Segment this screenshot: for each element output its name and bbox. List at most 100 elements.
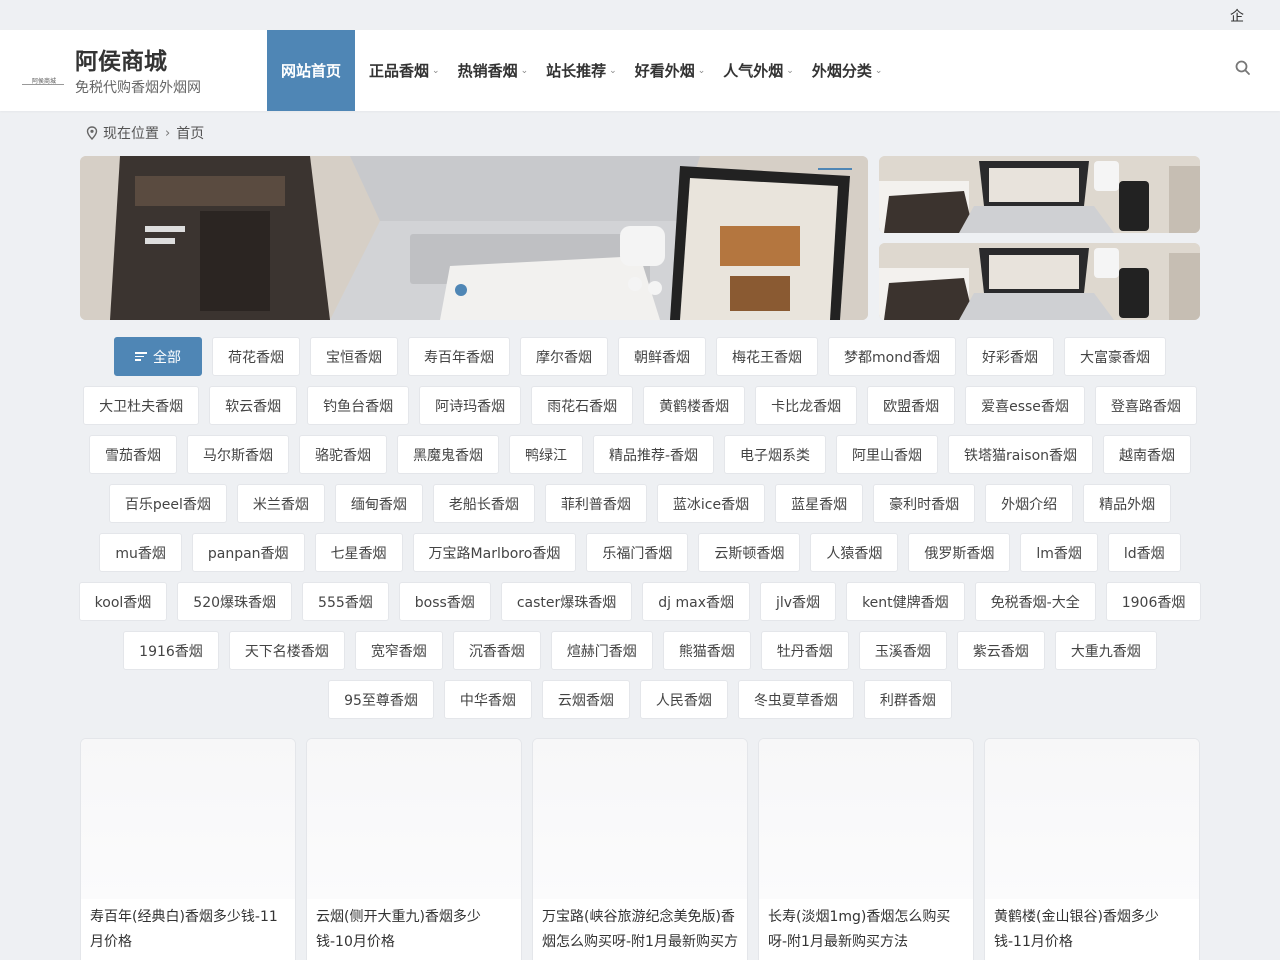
- category-tag[interactable]: 冬虫夏草香烟: [737, 680, 854, 719]
- nav-item-genuine[interactable]: 正品香烟 ⌄: [362, 30, 447, 111]
- category-tag[interactable]: 爱喜esse香烟: [965, 386, 1085, 425]
- category-tag[interactable]: 外烟介绍: [985, 484, 1074, 523]
- category-tag[interactable]: 牡丹香烟: [760, 631, 849, 670]
- category-tag[interactable]: caster爆珠香烟: [500, 582, 633, 621]
- category-tag[interactable]: kent健牌香烟: [846, 582, 965, 621]
- side-banner-top[interactable]: [879, 156, 1200, 233]
- category-tag[interactable]: 梅花王香烟: [716, 337, 819, 376]
- nav-item-hot[interactable]: 热销香烟 ⌄: [451, 30, 536, 111]
- site-logo[interactable]: 阿侯商城: [22, 76, 64, 90]
- category-tag[interactable]: 好彩香烟: [965, 337, 1054, 376]
- category-tag[interactable]: 利群香烟: [863, 680, 952, 719]
- category-tag[interactable]: 紫云香烟: [956, 631, 1045, 670]
- category-tag[interactable]: 豪利时香烟: [873, 484, 976, 523]
- article-title[interactable]: 长寿(淡烟1mg)香烟怎么购买呀-附1月最新购买方法: [768, 905, 964, 955]
- category-tag[interactable]: lm香烟: [1020, 533, 1098, 572]
- category-tag[interactable]: 骆驼香烟: [298, 435, 387, 474]
- category-tag[interactable]: 雨花石香烟: [531, 386, 634, 425]
- category-tag[interactable]: 俄罗斯香烟: [908, 533, 1011, 572]
- category-tag[interactable]: 宝恒香烟: [310, 337, 399, 376]
- category-tag[interactable]: 精品推荐-香烟: [592, 435, 715, 474]
- category-tag[interactable]: 精品外烟: [1083, 484, 1172, 523]
- category-tag[interactable]: 万宝路Marlboro香烟: [412, 533, 577, 572]
- slider-dot[interactable]: [455, 284, 467, 296]
- nav-item-recommend[interactable]: 站长推荐 ⌄: [539, 30, 624, 111]
- search-icon[interactable]: [1234, 59, 1252, 77]
- article-title[interactable]: 黄鹤楼(金山银谷)香烟多少钱-11月价格: [994, 905, 1190, 955]
- category-tag[interactable]: 1916香烟: [123, 631, 219, 670]
- category-tag[interactable]: 缅甸香烟: [334, 484, 423, 523]
- category-tag[interactable]: 大重九香烟: [1054, 631, 1157, 670]
- category-tag[interactable]: 老船长香烟: [432, 484, 535, 523]
- category-tag[interactable]: 人猿香烟: [810, 533, 899, 572]
- article-title[interactable]: 万宝路(峡谷旅游纪念美免版)香烟怎么购买呀-附1月最新购买方: [542, 905, 738, 955]
- category-tag[interactable]: 黄鹤楼香烟: [643, 386, 746, 425]
- article-title[interactable]: 云烟(侧开大重九)香烟多少钱-10月价格: [316, 905, 512, 955]
- category-tag[interactable]: ld香烟: [1107, 533, 1181, 572]
- category-tag[interactable]: 马尔斯香烟: [186, 435, 289, 474]
- article-card[interactable]: 长寿(淡烟1mg)香烟怎么购买呀-附1月最新购买方法: [758, 738, 974, 960]
- breadcrumb-current[interactable]: 首页: [176, 123, 204, 143]
- category-tag[interactable]: 云斯顿香烟: [698, 533, 801, 572]
- category-tag[interactable]: 登喜路香烟: [1094, 386, 1197, 425]
- category-tag[interactable]: 阿里山香烟: [836, 435, 939, 474]
- top-bar-corner-label[interactable]: 企: [1230, 6, 1244, 26]
- category-tag[interactable]: 人民香烟: [639, 680, 728, 719]
- hero-slider[interactable]: [80, 156, 868, 320]
- category-tag[interactable]: 雪茄香烟: [88, 435, 177, 474]
- category-tag[interactable]: 米兰香烟: [236, 484, 325, 523]
- nav-item-home[interactable]: 网站首页: [267, 30, 356, 111]
- category-tag[interactable]: kool香烟: [78, 582, 168, 621]
- category-tag[interactable]: 蓝星香烟: [775, 484, 864, 523]
- category-tag[interactable]: 梦都mond香烟: [828, 337, 956, 376]
- category-tag[interactable]: 软云香烟: [209, 386, 298, 425]
- category-tag[interactable]: 七星香烟: [314, 533, 403, 572]
- side-banner-bottom[interactable]: [879, 243, 1200, 320]
- article-card[interactable]: 万宝路(峡谷旅游纪念美免版)香烟怎么购买呀-附1月最新购买方: [532, 738, 748, 960]
- category-tag[interactable]: 欧盟香烟: [867, 386, 956, 425]
- article-thumbnail[interactable]: [759, 739, 973, 899]
- nav-item-good-looking[interactable]: 好看外烟 ⌄: [628, 30, 713, 111]
- category-tag[interactable]: 煊赫门香烟: [550, 631, 653, 670]
- category-tag[interactable]: 百乐peel香烟: [108, 484, 227, 523]
- article-card[interactable]: 黄鹤楼(金山银谷)香烟多少钱-11月价格: [984, 738, 1200, 960]
- article-card[interactable]: 寿百年(经典白)香烟多少钱-11月价格: [80, 738, 296, 960]
- category-tag[interactable]: panpan香烟: [191, 533, 305, 572]
- category-tag[interactable]: 520爆珠香烟: [177, 582, 293, 621]
- category-tag[interactable]: 荷花香烟: [212, 337, 301, 376]
- category-tag[interactable]: 蓝冰ice香烟: [656, 484, 766, 523]
- category-tag[interactable]: 宽窄香烟: [354, 631, 443, 670]
- category-tag[interactable]: 卡比龙香烟: [755, 386, 858, 425]
- category-tag[interactable]: 大卫杜夫香烟: [83, 386, 200, 425]
- article-thumbnail[interactable]: [533, 739, 747, 899]
- category-tag[interactable]: 阿诗玛香烟: [419, 386, 522, 425]
- nav-item-popular[interactable]: 人气外烟 ⌄: [716, 30, 801, 111]
- category-tag[interactable]: 熊猫香烟: [662, 631, 751, 670]
- category-tag[interactable]: 钓鱼台香烟: [307, 386, 410, 425]
- category-tag[interactable]: 沉香香烟: [452, 631, 541, 670]
- category-tag[interactable]: 电子烟系类: [724, 435, 827, 474]
- tag-all-button[interactable]: 全部: [114, 337, 203, 376]
- site-title[interactable]: 阿侯商城: [75, 42, 167, 76]
- category-tag[interactable]: jlv香烟: [759, 582, 837, 621]
- article-thumbnail[interactable]: [307, 739, 521, 899]
- category-tag[interactable]: dj max香烟: [642, 582, 750, 621]
- category-tag[interactable]: 寿百年香烟: [408, 337, 511, 376]
- category-tag[interactable]: 菲利普香烟: [544, 484, 647, 523]
- nav-item-categories[interactable]: 外烟分类 ⌄: [805, 30, 890, 111]
- article-title[interactable]: 寿百年(经典白)香烟多少钱-11月价格: [90, 905, 286, 955]
- category-tag[interactable]: mu香烟: [99, 533, 182, 572]
- category-tag[interactable]: 乐福门香烟: [586, 533, 689, 572]
- article-thumbnail[interactable]: [81, 739, 295, 899]
- category-tag[interactable]: 摩尔香烟: [520, 337, 609, 376]
- category-tag[interactable]: 免税香烟-大全: [974, 582, 1096, 621]
- category-tag[interactable]: 鸭绿江: [508, 435, 583, 474]
- category-tag[interactable]: 95至尊香烟: [328, 680, 434, 719]
- article-thumbnail[interactable]: [985, 739, 1199, 899]
- category-tag[interactable]: 朝鲜香烟: [618, 337, 707, 376]
- category-tag[interactable]: 越南香烟: [1103, 435, 1192, 474]
- category-tag[interactable]: 玉溪香烟: [858, 631, 947, 670]
- category-tag[interactable]: boss香烟: [398, 582, 491, 621]
- category-tag[interactable]: 大富豪香烟: [1063, 337, 1166, 376]
- category-tag[interactable]: 云烟香烟: [541, 680, 630, 719]
